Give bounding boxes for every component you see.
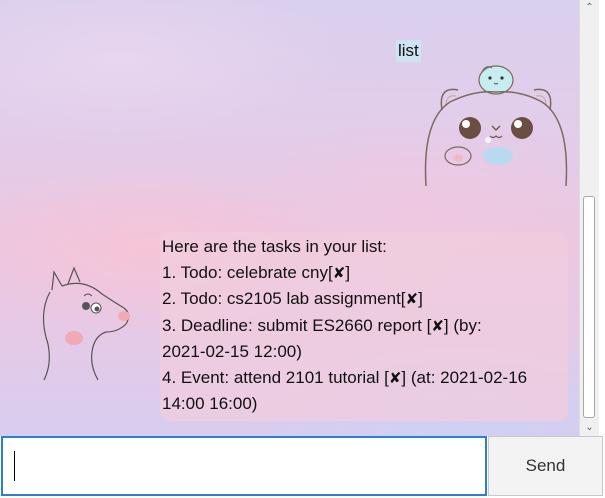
moomin-avatar-icon (42, 266, 130, 381)
chat-window: list Here are the tasks in your list: 1.… (0, 0, 605, 498)
bot-line-text: 2. Todo: cs2105 lab assignment[ (162, 289, 406, 308)
bot-line-text: 4. Event: attend 2101 tutorial [ (162, 367, 389, 387)
bot-message-text: Here are the tasks in your list: 1. Todo:… (162, 234, 566, 417)
scroll-up-arrow-icon[interactable]: ⌃ (580, 0, 599, 16)
not-done-cross-icon: ✘ (431, 316, 444, 335)
user-message-text: list (396, 40, 421, 62)
message-input[interactable] (1, 436, 487, 496)
bot-line-tail: ] (at: 2021-02-16 (401, 367, 528, 387)
bot-message-line: 2021-02-15 12:00) (162, 339, 566, 365)
bot-message-line: 2. Todo: cs2105 lab assignment[✘] (162, 286, 566, 313)
not-done-cross-icon: ✘ (332, 263, 346, 282)
not-done-cross-icon: ✘ (405, 290, 419, 308)
bot-message-bubble: Here are the tasks in your list: 1. Todo:… (160, 232, 568, 421)
bot-line-tail: ] (by: (443, 315, 482, 335)
bot-line-text: Here are the tasks in your list: (162, 237, 387, 256)
vertical-scrollbar[interactable]: ⌃ ⌄ (579, 0, 599, 436)
dialog-scroll-area[interactable]: list Here are the tasks in your list: 1.… (0, 0, 579, 436)
scroll-thumb[interactable] (583, 196, 595, 418)
bot-message-line: 3. Deadline: submit ES2660 report [✘] (b… (162, 313, 566, 340)
bot-line-text: 3. Deadline: submit ES2660 report [ (162, 315, 432, 335)
bot-message-line: 4. Event: attend 2101 tutorial [✘] (at: … (162, 365, 566, 392)
bot-line-text: 14:00 16:00) (162, 394, 258, 413)
bear-with-bird-avatar-icon (424, 65, 568, 187)
text-caret (14, 451, 15, 481)
bot-line-text: 2021-02-15 12:00) (162, 342, 302, 361)
bot-message-row: Here are the tasks in your list: 1. Todo:… (0, 232, 579, 421)
bot-line-text: 1. Todo: celebrate cny[ (162, 262, 333, 282)
input-bar: Send (0, 436, 605, 498)
send-button[interactable]: Send (488, 436, 603, 496)
scroll-down-arrow-icon[interactable]: ⌄ (580, 420, 599, 436)
bot-message-line: Here are the tasks in your list: (162, 234, 566, 260)
bot-line-tail: ] (345, 262, 351, 282)
bot-line-tail: ] (418, 289, 423, 308)
bot-message-line: 1. Todo: celebrate cny[✘] (162, 260, 566, 287)
user-message-row: list (0, 38, 579, 188)
bot-message-line: 14:00 16:00) (162, 391, 566, 417)
not-done-cross-icon: ✘ (388, 368, 402, 387)
